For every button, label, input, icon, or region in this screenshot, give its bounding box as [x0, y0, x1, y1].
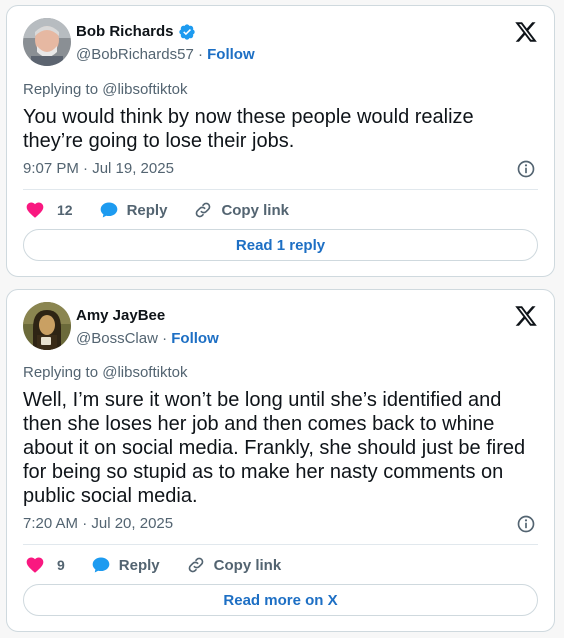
heart-icon	[26, 557, 44, 573]
tweet-card: Bob Richards @BobRichards57 · Follow Rep…	[6, 5, 555, 277]
separator: ·	[162, 330, 168, 347]
verified-badge-icon	[178, 23, 196, 41]
reply-button[interactable]: Reply	[99, 200, 168, 220]
divider	[23, 189, 538, 190]
speech-bubble-icon	[100, 202, 117, 218]
speech-bubble-icon	[92, 557, 110, 573]
like-count: 9	[57, 557, 65, 573]
follow-button[interactable]: Follow	[171, 330, 219, 347]
timestamp[interactable]: 9:07 PM · Jul 19, 2025	[23, 160, 174, 177]
copy-link-label: Copy link	[221, 201, 289, 219]
timestamp[interactable]: 7:20 AM · Jul 20, 2025	[23, 515, 173, 532]
action-bar: 9 Reply Copy link	[25, 554, 307, 576]
divider	[23, 544, 538, 545]
replying-to: Replying to @libsoftiktok	[23, 81, 188, 98]
author-row: Bob Richards	[76, 23, 196, 41]
x-logo-icon[interactable]	[514, 20, 538, 44]
like-button[interactable]: 9	[25, 555, 65, 575]
follow-button[interactable]: Follow	[207, 46, 255, 63]
action-bar: 12 Reply Copy link	[25, 199, 315, 221]
author-handle[interactable]: @BobRichards57	[76, 46, 194, 63]
reply-label: Reply	[126, 201, 168, 219]
copy-link-label: Copy link	[213, 556, 282, 574]
timestamp-row: 7:20 AM · Jul 20, 2025	[23, 514, 538, 534]
replying-to: Replying to @libsoftiktok	[23, 364, 188, 381]
copy-link-button[interactable]: Copy link	[186, 555, 282, 575]
reply-button[interactable]: Reply	[91, 555, 160, 575]
tweet-text: You would think by now these people woul…	[23, 106, 474, 152]
author-handle[interactable]: @BossClaw	[76, 330, 158, 347]
tweet-text: Well, I’m sure it won’t be long until sh…	[23, 389, 526, 507]
author-name[interactable]: Amy JayBee	[76, 307, 165, 325]
like-count: 12	[57, 202, 73, 218]
avatar[interactable]	[23, 302, 71, 350]
separator: ·	[197, 46, 203, 63]
handle-row: @BobRichards57 · Follow	[76, 46, 255, 64]
info-icon[interactable]	[516, 514, 536, 534]
author-name[interactable]: Bob Richards	[76, 23, 174, 41]
handle-row: @BossClaw · Follow	[76, 330, 219, 348]
link-icon	[188, 557, 203, 573]
reply-label: Reply	[118, 556, 160, 574]
copy-link-button[interactable]: Copy link	[193, 200, 289, 220]
read-more-button[interactable]: Read more on X	[23, 584, 538, 616]
like-button[interactable]: 12	[25, 200, 73, 220]
info-icon[interactable]	[516, 159, 536, 179]
heart-icon	[26, 202, 44, 218]
link-icon	[196, 202, 211, 218]
author-row: Amy JayBee	[76, 307, 165, 325]
read-replies-button[interactable]: Read 1 reply	[23, 229, 538, 261]
avatar[interactable]	[23, 18, 71, 66]
x-logo-icon[interactable]	[514, 304, 538, 328]
tweet-card: Amy JayBee @BossClaw · Follow Replying t…	[6, 289, 555, 632]
timestamp-row: 9:07 PM · Jul 19, 2025	[23, 159, 538, 179]
